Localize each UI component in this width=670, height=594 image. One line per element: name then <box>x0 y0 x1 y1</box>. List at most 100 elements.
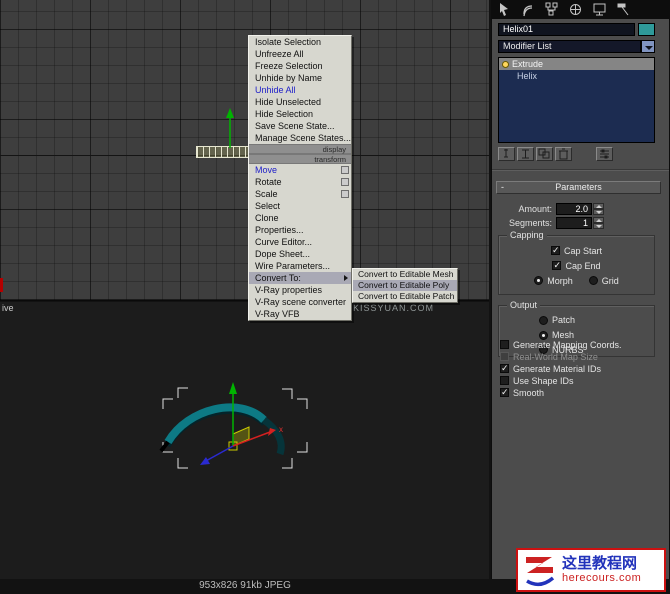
segments-input[interactable]: 1 <box>556 217 592 229</box>
menu-section-display: display <box>249 144 351 154</box>
grid-radio[interactable]: Grid <box>588 274 619 287</box>
screen: ive KISSYUAN.COM x Isolate Selection Unf… <box>0 0 670 594</box>
chevron-down-icon <box>645 46 653 50</box>
tab-display[interactable] <box>591 1 608 17</box>
segments-spinner[interactable] <box>593 217 604 229</box>
motion-icon <box>570 3 581 15</box>
image-info-text: 953x826 91kb JPEG <box>199 580 291 591</box>
gen-mapping-checkbox[interactable]: Generate Mapping Coords. <box>500 339 622 350</box>
menu-item-manage-scene-states[interactable]: Manage Scene States... <box>249 132 351 144</box>
modify-panel-body: Helix01 Modifier List Extrude Helix - Pa… <box>492 19 669 579</box>
menu-item-isolate-selection[interactable]: Isolate Selection <box>249 36 351 48</box>
spinner-down-icon[interactable] <box>593 209 604 215</box>
make-unique-button[interactable] <box>536 147 553 161</box>
y-axis-gizmo-arrow[interactable] <box>220 106 240 150</box>
gen-material-checkbox[interactable]: Generate Material IDs <box>500 363 622 374</box>
cap-end-checkbox[interactable]: Cap End <box>552 259 601 272</box>
create-icon <box>500 2 508 16</box>
menu-item-move[interactable]: Move <box>249 164 351 176</box>
morph-radio[interactable]: Morph <box>534 274 573 287</box>
checkbox-icon <box>550 245 560 256</box>
checkbox-icon <box>500 376 509 385</box>
menu-item-vray-properties[interactable]: V-Ray properties <box>249 284 351 296</box>
utilities-icon <box>617 3 629 15</box>
panel-divider <box>492 169 669 171</box>
menu-item-hide-selection[interactable]: Hide Selection <box>249 108 351 120</box>
show-end-result-button[interactable] <box>517 147 534 161</box>
menu-item-properties[interactable]: Properties... <box>249 224 351 236</box>
menu-item-scale[interactable]: Scale <box>249 188 351 200</box>
context-menu: Isolate Selection Unfreeze All Freeze Se… <box>248 35 352 321</box>
rotate-settings-icon[interactable] <box>341 178 349 186</box>
parameters-rollout-header[interactable]: - Parameters <box>496 181 661 194</box>
z-axis-arrowhead <box>200 457 210 465</box>
tab-motion[interactable] <box>567 1 584 17</box>
stack-item-extrude[interactable]: Extrude <box>499 58 654 70</box>
move-settings-icon[interactable] <box>341 166 349 174</box>
menu-item-rotate[interactable]: Rotate <box>249 176 351 188</box>
amount-input[interactable]: 2.0 <box>556 203 592 215</box>
checkbox-icon <box>500 387 509 398</box>
menu-item-vray-vfb[interactable]: V-Ray VFB <box>249 308 351 320</box>
viewport-top[interactable] <box>0 0 489 301</box>
menu-item-convert-editable-patch[interactable]: Convert to Editable Patch <box>353 291 457 302</box>
menu-item-convert-editable-poly[interactable]: Convert to Editable Poly <box>353 280 457 291</box>
menu-section-transform: transform <box>249 154 351 164</box>
stack-item-helix[interactable]: Helix <box>499 70 654 82</box>
site-name: 这里教程网 <box>562 554 638 572</box>
object-color-swatch[interactable] <box>638 23 655 36</box>
convert-to-submenu: Convert to Editable Mesh Convert to Edit… <box>352 268 458 303</box>
checkbox-icon <box>500 363 509 374</box>
amount-label: Amount: <box>518 204 552 214</box>
smooth-checkbox[interactable]: Smooth <box>500 387 622 398</box>
menu-item-clone[interactable]: Clone <box>249 212 351 224</box>
trash-icon <box>559 148 568 160</box>
remove-modifier-button[interactable] <box>555 147 572 161</box>
menu-item-wire-parameters[interactable]: Wire Parameters... <box>249 260 351 272</box>
z-axis-arrow[interactable] <box>203 445 234 463</box>
visibility-bulb-icon[interactable] <box>502 60 509 68</box>
menu-item-save-scene-state[interactable]: Save Scene State... <box>249 120 351 132</box>
radio-icon <box>588 276 598 285</box>
menu-item-unhide-all[interactable]: Unhide All <box>249 84 351 96</box>
tab-create[interactable] <box>495 1 512 17</box>
menu-item-unhide-by-name[interactable]: Unhide by Name <box>249 72 351 84</box>
object-name-input[interactable]: Helix01 <box>498 23 635 36</box>
menu-item-select[interactable]: Select <box>249 200 351 212</box>
spinner-down-icon[interactable] <box>593 223 604 229</box>
use-shape-checkbox[interactable]: Use Shape IDs <box>500 375 622 386</box>
capping-group: Capping Cap Start Cap End Morph Grid <box>498 230 655 295</box>
segments-label: Segments: <box>508 218 552 228</box>
menu-item-freeze-selection[interactable]: Freeze Selection <box>249 60 351 72</box>
watermark: KISSYUAN.COM <box>353 303 435 313</box>
menu-item-convert-editable-mesh[interactable]: Convert to Editable Mesh <box>353 269 457 280</box>
submenu-arrow-icon <box>344 275 348 281</box>
menu-item-unfreeze-all[interactable]: Unfreeze All <box>249 48 351 60</box>
real-world-checkbox: Real-World Map Size <box>500 351 622 362</box>
transform-gizmo[interactable]: x <box>140 370 330 482</box>
tab-modify[interactable] <box>519 1 536 17</box>
tab-hierarchy[interactable] <box>543 1 560 17</box>
x-axis-label: x <box>279 425 283 434</box>
site-logo-icon <box>526 557 555 587</box>
cap-start-checkbox[interactable]: Cap Start <box>550 244 602 257</box>
helix-object[interactable] <box>164 403 267 445</box>
dropdown-arrow-button[interactable] <box>641 40 655 53</box>
menu-item-hide-unselected[interactable]: Hide Unselected <box>249 96 351 108</box>
options-checkboxes: Generate Mapping Coords. Real-World Map … <box>500 339 622 398</box>
tab-utilities[interactable] <box>615 1 632 17</box>
patch-radio[interactable]: Patch <box>539 314 575 327</box>
menu-item-curve-editor[interactable]: Curve Editor... <box>249 236 351 248</box>
radio-icon <box>539 315 548 325</box>
menu-item-dope-sheet[interactable]: Dope Sheet... <box>249 248 351 260</box>
scale-settings-icon[interactable] <box>341 190 349 198</box>
amount-spinner[interactable] <box>593 203 604 215</box>
configure-modifier-sets-button[interactable] <box>596 147 613 161</box>
menu-item-vray-scene-converter[interactable]: V-Ray scene converter <box>249 296 351 308</box>
y-axis-arrowhead <box>229 382 237 394</box>
checkbox-icon <box>500 340 509 349</box>
menu-item-convert-to[interactable]: Convert To: <box>249 272 351 284</box>
modify-icon <box>523 4 533 16</box>
modifier-list-dropdown[interactable]: Modifier List <box>498 40 641 53</box>
pin-stack-button[interactable] <box>498 147 515 161</box>
